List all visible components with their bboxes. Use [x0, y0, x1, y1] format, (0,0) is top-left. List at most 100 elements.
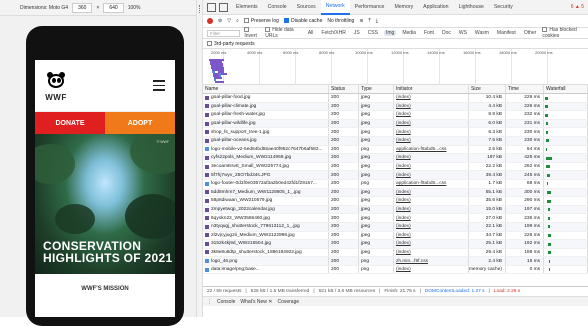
cell-initiator[interactable]: zh.min...f9f.css: [394, 257, 469, 265]
cell-name[interactable]: 3ecoamEsv8_Small_WW225774.jpg: [203, 162, 329, 171]
wifi-icon[interactable]: ≋: [359, 18, 363, 24]
table-row[interactable]: logo-footer-0d1f0e03572af3a2b0ed42fd1f29…: [203, 179, 588, 189]
table-row[interactable]: logo-mobile-v2-5ed84bd55ae40f952c7647b6a…: [203, 145, 588, 155]
table-row[interactable]: goal-pillar-food.jpg 200 jpeg (index) 10.4 k…: [203, 94, 588, 103]
type-manifest[interactable]: Manifest: [495, 30, 518, 36]
table-row[interactable]: 6qyokn22_WW3566460.jpg 200 jpeg (index) 27.0…: [203, 214, 588, 223]
drawer-tab-coverage[interactable]: Coverage: [277, 299, 299, 305]
cell-name[interactable]: goal-pillar-climate.jpg: [203, 102, 329, 111]
error-badge[interactable]: 6 ▲ 5: [571, 4, 588, 10]
tab-network[interactable]: Network: [320, 0, 350, 15]
cell-name[interactable]: cyfs22pols_Medium_WW2114959.jpg: [203, 154, 329, 162]
cell-initiator[interactable]: (index): [394, 240, 469, 248]
cell-name[interactable]: 2l2vjcyjug2ii_Medium_WW2122998.jpg: [203, 231, 329, 240]
zoom-select[interactable]: 100%: [128, 5, 141, 11]
tab-sources[interactable]: Sources: [292, 0, 321, 15]
inspect-icon[interactable]: [207, 2, 216, 12]
hide-data-urls-checkbox[interactable]: Hide data URLs: [265, 27, 302, 39]
cell-name[interactable]: logo-footer-0d1f0e03572af3a2b0ed42fd1f29…: [203, 179, 329, 188]
cell-name[interactable]: 3152k4kj9d_WW216504.jpg: [203, 240, 329, 248]
table-row[interactable]: 2l2vjcyjug2ii_Medium_WW2122998.jpg 200 jpe…: [203, 231, 588, 241]
cell-name[interactable]: 5f7hj7wyv_25O7bd34s.JPG: [203, 171, 329, 179]
type-js[interactable]: JS: [352, 30, 362, 36]
cell-initiator[interactable]: application-f8abd5...css: [394, 145, 469, 154]
type-all[interactable]: All: [306, 30, 316, 36]
cell-initiator[interactable]: application-f8abd5...css: [394, 179, 469, 188]
device-select[interactable]: Dimensions: Moto G4: [20, 5, 68, 11]
cell-name[interactable]: shop_fs_support_tree-1.jpg: [203, 128, 329, 136]
adopt-button[interactable]: ADOPT: [105, 112, 175, 134]
device-toggle-icon[interactable]: [219, 2, 228, 12]
preserve-log-checkbox[interactable]: Preserve log: [243, 18, 279, 24]
cell-initiator[interactable]: (index): [394, 265, 469, 274]
upload-icon[interactable]: ⤒: [369, 18, 371, 24]
tab-elements[interactable]: Elements: [231, 0, 263, 15]
table-row[interactable]: 5f7hj7wyv_25O7bd34s.JPG 200 jpeg (index) 39.…: [203, 171, 588, 180]
cell-initiator[interactable]: (index): [394, 136, 469, 145]
cell-initiator[interactable]: (index): [394, 222, 469, 231]
table-row[interactable]: logo_46.png 200 png zh.min...f9f.css 2.4 kB 1…: [203, 257, 588, 266]
timeline-overview[interactable]: 2000 ms 4000 ms 6000 ms 8000 ms 10000 ms 1200…: [203, 49, 588, 85]
tab-lighthouse[interactable]: Lighthouse: [454, 0, 489, 15]
cell-initiator[interactable]: (index): [394, 171, 469, 179]
cell-initiator[interactable]: (index): [394, 214, 469, 222]
search-icon[interactable]: ⌕: [236, 18, 239, 24]
cell-name[interactable]: data:image/png;base...: [203, 265, 329, 274]
tab-memory[interactable]: Memory: [389, 0, 418, 15]
cell-name[interactable]: 2mpyetwqp_2022calendar.jpg: [203, 205, 329, 214]
donate-button[interactable]: DONATE: [35, 112, 105, 134]
throttle-select[interactable]: No throttling: [327, 18, 354, 24]
type-img[interactable]: Img: [383, 30, 397, 36]
cell-initiator[interactable]: (index): [394, 162, 469, 171]
table-row[interactable]: 58p8diwaan_WW210579.jpg 200 jpeg (index) 35.…: [203, 197, 588, 206]
table-row[interactable]: goal-pillar-fresh-water.jpg 200 jpeg (index…: [203, 111, 588, 120]
clear-icon[interactable]: ⊘: [218, 18, 222, 24]
table-row[interactable]: goal-pillar-wildlife.jpg 200 jpeg (index) 6.…: [203, 119, 588, 129]
table-row[interactable]: shop_fs_support_tree-1.jpg 200 jpeg (index)…: [203, 128, 588, 137]
tab-performance[interactable]: Performance: [350, 0, 390, 15]
invert-checkbox[interactable]: Invert: [244, 27, 261, 39]
cell-name[interactable]: 6qyokn22_WW3566460.jpg: [203, 214, 329, 222]
drawer-menu-icon[interactable]: ⋮: [207, 299, 212, 305]
table-row[interactable]: data:image/png;base... 200 png (index) (memo…: [203, 265, 588, 274]
filter-icon[interactable]: ▽: [227, 18, 231, 24]
table-row[interactable]: 5dd8mhm7_Medium_WW1128605_1_.jpg 200 jpeg(…: [203, 188, 588, 198]
cell-name[interactable]: goal-pillar-food.jpg: [203, 94, 329, 102]
width-input[interactable]: 360: [72, 2, 93, 13]
height-input[interactable]: 640: [103, 2, 124, 13]
col-initiator[interactable]: Initiator: [394, 85, 469, 93]
menu-icon[interactable]: [153, 80, 165, 91]
col-name[interactable]: Name: [203, 85, 329, 93]
cell-name[interactable]: logo_46.png: [203, 257, 329, 265]
type-media[interactable]: Media: [400, 30, 418, 36]
drawer-tab-console[interactable]: Console: [217, 299, 235, 305]
tab-console[interactable]: Console: [263, 0, 292, 15]
cell-initiator[interactable]: (index): [394, 197, 469, 205]
cell-initiator[interactable]: (index): [394, 154, 469, 162]
col-time[interactable]: Time: [506, 85, 544, 93]
type-doc[interactable]: Doc: [440, 30, 453, 36]
type-font[interactable]: Font: [422, 30, 436, 36]
col-type[interactable]: Type: [359, 85, 394, 93]
col-status[interactable]: Status: [329, 85, 359, 93]
cell-initiator[interactable]: (index): [394, 248, 469, 257]
table-row[interactable]: 2mpyetwqp_2022calendar.jpg 200 jpeg (index)…: [203, 205, 588, 215]
download-icon[interactable]: ⤓: [376, 18, 378, 24]
cell-name[interactable]: goal-pillar-wildlife.jpg: [203, 119, 329, 128]
cell-name[interactable]: 3k8e8u8dtp_shutterstock_1886184922.jpg: [203, 248, 329, 257]
col-waterfall[interactable]: Waterfall: [544, 85, 588, 93]
cell-name[interactable]: goal-pillar-oceans.jpg: [203, 136, 329, 145]
type-ws[interactable]: WS: [457, 30, 469, 36]
cell-name[interactable]: goal-pillar-fresh-water.jpg: [203, 111, 329, 119]
panel-resizer[interactable]: [196, 0, 203, 317]
cell-name[interactable]: 58p8diwaan_WW210579.jpg: [203, 197, 329, 205]
cell-name[interactable]: 5dd8mhm7_Medium_WW1128605_1_.jpg: [203, 188, 329, 197]
type-other[interactable]: Other: [522, 30, 539, 36]
table-row[interactable]: n3tyqugj_shutterstock_779613112_1_.jpg 20…: [203, 222, 588, 232]
table-row[interactable]: goal-pillar-oceans.jpg 200 jpeg (index) 7.5 …: [203, 136, 588, 146]
table-row[interactable]: 3ecoamEsv8_Small_WW225774.jpg 200 jpeg (ind…: [203, 162, 588, 172]
table-row[interactable]: 3152k4kj9d_WW216504.jpg 200 jpeg (index) 25.…: [203, 240, 588, 249]
tab-application[interactable]: Application: [418, 0, 453, 15]
cell-initiator[interactable]: (index): [394, 231, 469, 240]
cell-initiator[interactable]: (index): [394, 94, 469, 102]
